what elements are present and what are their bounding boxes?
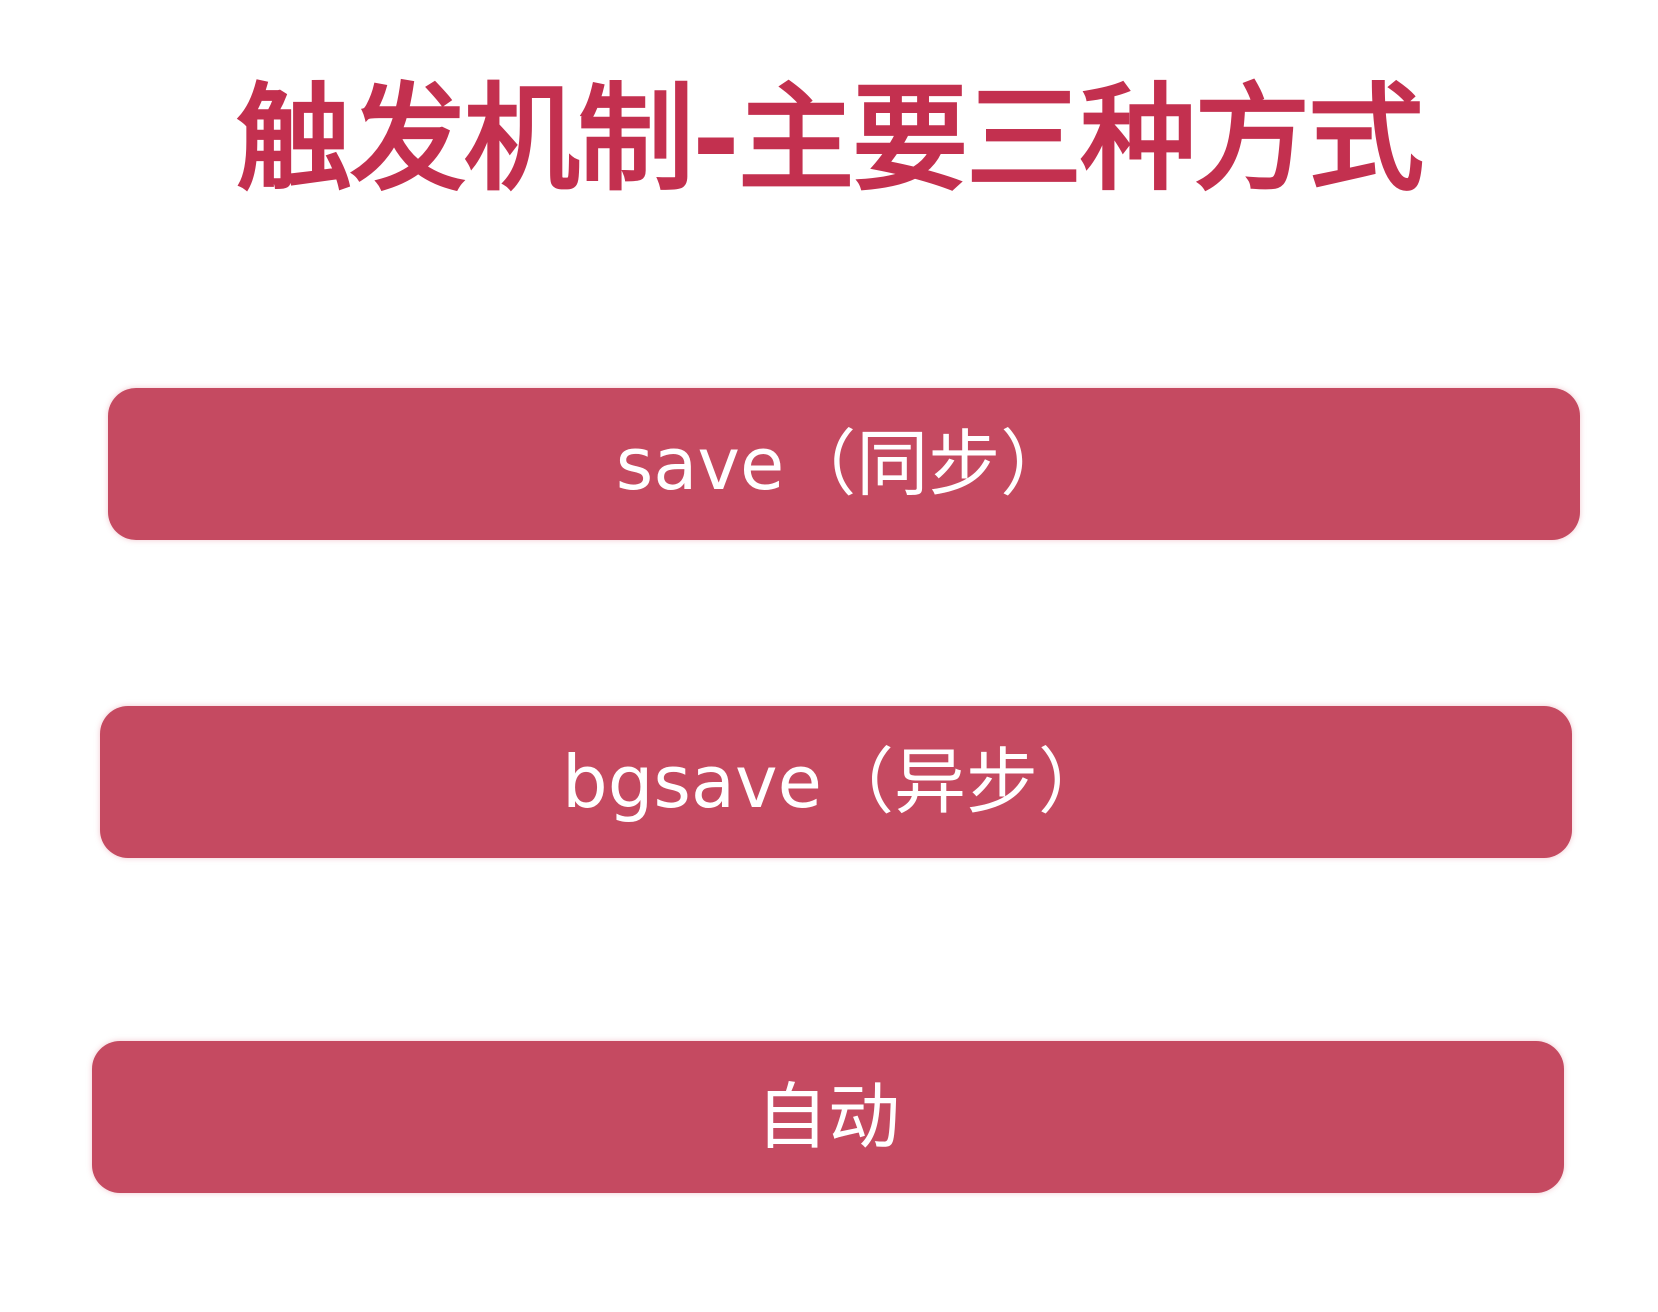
- slide-title: 触发机制-主要三种方式: [235, 72, 1424, 207]
- bgsave-async-label: bgsave（异步）: [562, 740, 1110, 824]
- save-sync-label: save（同步）: [615, 422, 1073, 506]
- bgsave-async-button[interactable]: bgsave（异步）: [100, 706, 1572, 858]
- auto-label: 自动: [755, 1075, 900, 1159]
- save-sync-button[interactable]: save（同步）: [108, 388, 1580, 540]
- auto-button[interactable]: 自动: [92, 1041, 1564, 1193]
